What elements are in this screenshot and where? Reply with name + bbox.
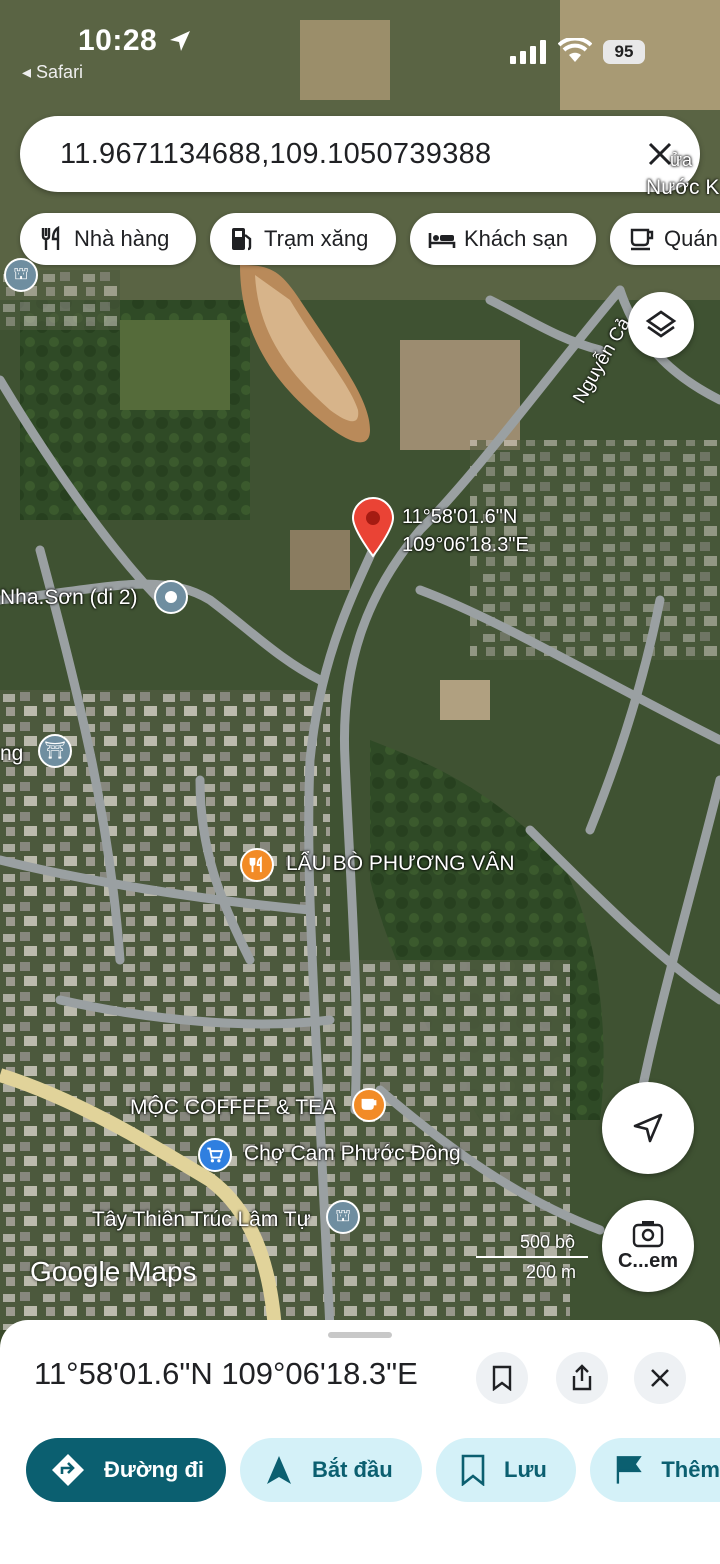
save-button[interactable]: Lưu [436, 1438, 576, 1502]
coffee-icon[interactable] [352, 1088, 386, 1122]
place-label[interactable]: Chợ Cam Phước Đông [244, 1142, 461, 1166]
directions-button[interactable]: Đường đi [26, 1438, 226, 1502]
battery-indicator: 95 [603, 40, 645, 64]
coffee-icon [630, 228, 654, 251]
wifi-icon [558, 38, 592, 62]
flag-icon [616, 1456, 642, 1484]
bookmark-icon [461, 1454, 485, 1486]
gas-station-icon [232, 228, 252, 251]
google-maps-watermark: Google Maps [30, 1256, 197, 1287]
search-input[interactable]: 11.9671134688,109.1050739388 [60, 138, 491, 171]
navigation-arrow-icon [633, 1113, 663, 1143]
monument-icon[interactable]: ⛩ [38, 734, 72, 768]
temple-icon[interactable]: ⛫ [326, 1200, 360, 1234]
close-icon [651, 1369, 669, 1387]
action-label: Lưu [504, 1457, 547, 1482]
chip-label: Khách sạn [464, 226, 568, 251]
share-icon [572, 1364, 592, 1391]
place-label[interactable]: MỘC COFFEE & TEA [130, 1096, 336, 1120]
my-location-button[interactable] [602, 1082, 694, 1174]
sheet-title: 11°58'01.6"N 109°06'18.3"E [34, 1356, 418, 1391]
chip-cafes[interactable]: Quán [610, 213, 720, 265]
location-arrow-icon [170, 31, 190, 51]
start-button[interactable]: Bắt đầu [240, 1438, 422, 1502]
action-label: Thêm [661, 1457, 720, 1482]
layers-button[interactable] [628, 292, 694, 358]
cellular-signal-icon [510, 40, 546, 64]
place-label[interactable]: Nha.Sơn (di 2) [0, 586, 138, 610]
chip-label: Trạm xăng [264, 226, 369, 251]
action-label: Bắt đầu [312, 1457, 393, 1482]
scale-meters: 200 m [526, 1262, 577, 1282]
camera-search-icon [632, 1220, 664, 1247]
camera-button-label: C...em [617, 1249, 679, 1272]
navigation-arrow-icon [267, 1456, 291, 1484]
scale-bar [476, 1256, 588, 1258]
bottom-sheet[interactable]: 11°58'01.6"N 109°06'18.3"E Đường đi Bắt … [0, 1320, 720, 1564]
monument-icon[interactable]: ⛫ [4, 258, 38, 292]
map-view[interactable]: 10:28 ◂ Safari 95 11.9671134688,109.1050… [0, 0, 720, 1330]
place-label[interactable]: Tây Thiên Trúc Lâm Tự [92, 1208, 311, 1232]
restaurant-icon[interactable] [240, 848, 274, 882]
search-bar[interactable]: 11.9671134688,109.1050739388 [20, 116, 700, 192]
chip-gas-stations[interactable]: Trạm xăng [210, 213, 396, 265]
status-time: 10:28 [78, 24, 158, 57]
place-label[interactable]: LẨU BÒ PHƯƠNG VÂN [286, 852, 515, 876]
more-button[interactable]: Thêm [590, 1438, 720, 1502]
save-bookmark-button[interactable] [476, 1352, 528, 1404]
place-label[interactable]: ng [0, 742, 23, 766]
shopping-cart-icon[interactable] [198, 1138, 232, 1172]
dropped-pin-icon[interactable] [350, 496, 396, 558]
status-bar: 10:28 ◂ Safari 95 [0, 0, 720, 90]
close-sheet-button[interactable] [634, 1352, 686, 1404]
layers-icon [645, 310, 677, 338]
chip-restaurants[interactable]: Nhà hàng [20, 213, 196, 265]
hotel-icon [428, 233, 456, 248]
search-this-area-camera-button[interactable]: C...em [602, 1200, 694, 1292]
map-label: ửa [670, 150, 693, 170]
action-label: Đường đi [104, 1457, 204, 1482]
sheet-drag-handle[interactable] [328, 1332, 392, 1338]
chip-hotels[interactable]: Khách sạn [410, 213, 596, 265]
restaurant-icon [41, 225, 60, 250]
back-to-safari[interactable]: ◂ Safari [22, 62, 83, 83]
place-icon[interactable] [154, 580, 188, 614]
chip-label: Quán [664, 226, 718, 251]
share-button[interactable] [556, 1352, 608, 1404]
pin-longitude-label: 109°06'18.3"E [402, 534, 529, 556]
bookmark-icon [492, 1365, 512, 1391]
pin-latitude-label: 11°58'01.6"N [402, 506, 518, 528]
chip-label: Nhà hàng [74, 226, 170, 251]
directions-icon [52, 1454, 84, 1486]
scale-feet: 500 bộ [520, 1232, 576, 1252]
map-label: Nước K [646, 176, 720, 199]
